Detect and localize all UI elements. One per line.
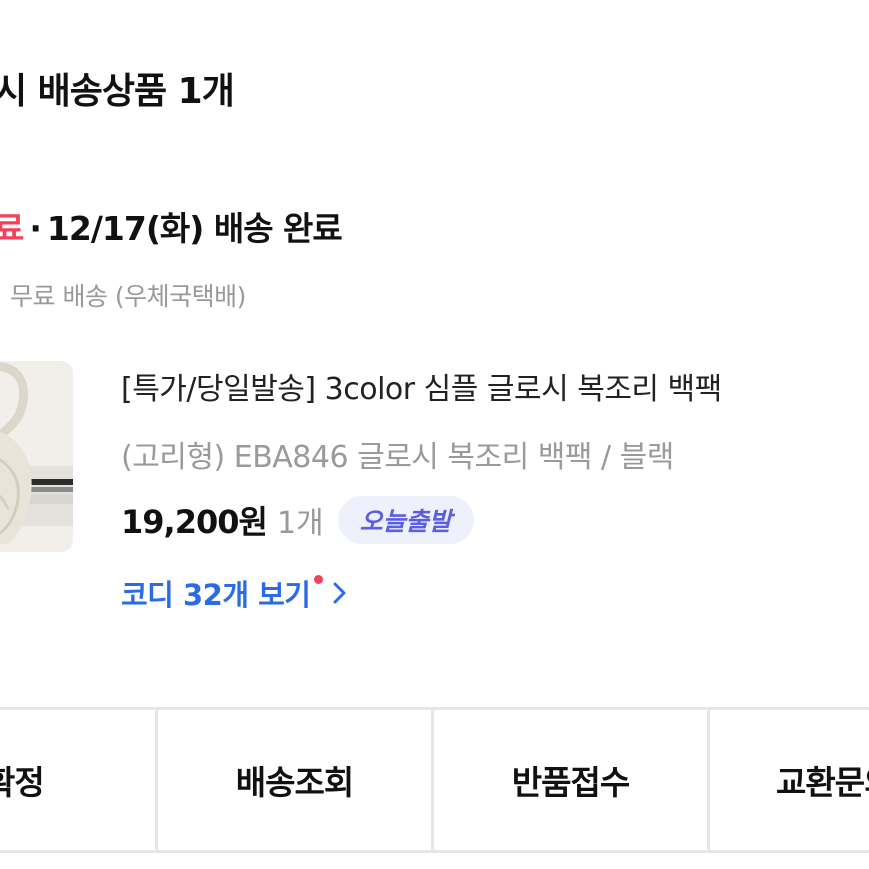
order-action-buttons: 구매확정 배송조회 반품접수 교환문의 (0, 707, 869, 853)
product-price: 19,200원 (121, 503, 268, 541)
track-delivery-button[interactable]: 배송조회 (158, 710, 431, 850)
product-thumbnail[interactable] (0, 361, 73, 552)
product-name[interactable]: [특가/당일발송] 3color 심플 글로시 복조리 백팩 (121, 364, 722, 408)
exchange-inquiry-button[interactable]: 교환문의 (710, 710, 869, 850)
shipping-info: 무료 배송 (우체국택배) (10, 282, 246, 311)
product-quantity: 1개 (276, 506, 324, 541)
today-shipping-badge: 오늘출발 (337, 496, 474, 544)
status-text: 12/17(화) 배송 완료 (46, 209, 343, 248)
backpack-image-icon (0, 361, 73, 552)
return-request-button[interactable]: 반품접수 (434, 710, 707, 850)
coordi-view-link[interactable]: 코디 32개 보기 (121, 572, 347, 614)
status-prefix: 료 (0, 209, 24, 248)
coordi-link-label: 코디 32개 보기 (121, 578, 311, 612)
order-detail-page: 시 배송상품 1개 료 · 12/17(화) 배송 완료 무료 배송 (우체국택배)… (0, 0, 869, 869)
delivery-status: 료 · 12/17(화) 배송 완료 (0, 202, 343, 250)
chevron-right-icon (333, 581, 347, 605)
confirm-purchase-button[interactable]: 구매확정 (0, 710, 155, 850)
section-title: 시 배송상품 1개 (0, 71, 235, 112)
product-option: (고리형) EBA846 글로시 복조리 백팩 / 블랙 (121, 440, 674, 475)
new-dot-indicator (314, 574, 324, 584)
status-separator: · (29, 209, 42, 248)
price-row: 19,200원 1개 오늘출발 (121, 494, 474, 546)
